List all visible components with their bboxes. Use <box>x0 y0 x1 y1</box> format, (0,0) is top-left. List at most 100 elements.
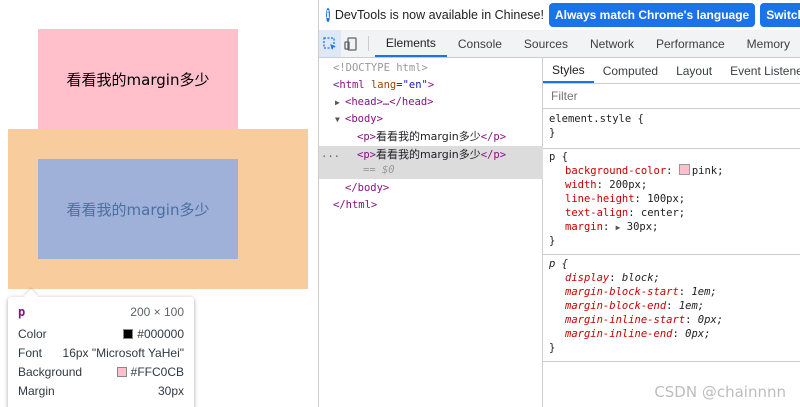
property-value: 200px; <box>609 179 648 191</box>
tree-node-body-close[interactable]: </body> <box>319 180 569 197</box>
rule-selector: p { <box>549 258 568 270</box>
property-name: width <box>565 179 597 191</box>
tree-node-body[interactable]: ▼ <body> <box>319 111 559 128</box>
tree-node-doctype[interactable]: <!DOCTYPE html> <box>319 60 557 77</box>
device-toolbar-icon[interactable] <box>341 30 363 57</box>
html-lang-attr: lang <box>370 79 397 91</box>
styles-pane: Styles Computed Layout Event Listeners e… <box>543 58 800 407</box>
info-icon: i <box>326 8 330 22</box>
tooltip-value: #000000 <box>137 327 184 341</box>
declaration-background-color[interactable]: background-color: pink; <box>543 164 800 178</box>
property-name: text-align <box>565 207 629 219</box>
subtab-layout[interactable]: Layout <box>667 58 721 83</box>
tab-sources[interactable]: Sources <box>513 30 579 57</box>
inspect-element-icon[interactable] <box>319 30 341 57</box>
property-value: block; <box>621 272 660 284</box>
tooltip-row-color: Color #000000 <box>18 325 184 343</box>
tooltip-label: Background <box>18 365 83 379</box>
property-name: margin-block-start <box>565 286 679 298</box>
rule-element-style[interactable]: element.style { } <box>543 112 800 149</box>
main-tabbar: Elements Console Sources Network Perform… <box>319 30 800 58</box>
color-swatch-icon[interactable] <box>678 164 690 175</box>
tree-node-p-1[interactable]: <p>看看我的margin多少</p> <box>319 128 581 145</box>
property-value: 1em; <box>691 286 717 298</box>
always-match-language-button[interactable]: Always match Chrome's language <box>548 3 756 27</box>
subtab-event-listeners[interactable]: Event Listeners <box>721 58 800 83</box>
property-value: center; <box>640 207 686 219</box>
tooltip-row-background: Background #FFC0CB <box>18 363 184 381</box>
tab-elements[interactable]: Elements <box>374 30 447 57</box>
tab-network[interactable]: Network <box>579 30 645 57</box>
html-open-tag: <html <box>333 79 365 91</box>
language-infobar: i DevTools is now available in Chinese! … <box>319 0 800 31</box>
switch-language-button[interactable]: Switch DevTools to Chinese <box>760 3 800 27</box>
subtab-computed[interactable]: Computed <box>594 58 667 83</box>
property-value: 30px; <box>626 221 659 233</box>
tooltip-value: 30px <box>157 384 184 398</box>
html-lang-value: "en" <box>402 79 428 91</box>
tooltip-dimensions: 200 × 100 <box>130 305 184 319</box>
p-close-tag: </p> <box>480 149 507 161</box>
p-text: 看看我的margin多少 <box>375 148 481 161</box>
tab-memory[interactable]: Memory <box>736 30 800 57</box>
paragraph-1[interactable]: 看看我的margin多少 <box>38 29 238 129</box>
tab-console[interactable]: Console <box>447 30 513 57</box>
declaration-margin-inline-start: margin-inline-start: 0px; <box>565 314 724 326</box>
property-name: background-color <box>565 165 667 177</box>
tree-node-html[interactable]: <html lang="en"> <box>319 77 557 94</box>
property-name: line-height <box>565 193 635 205</box>
p-close-tag: </p> <box>480 131 507 143</box>
devtools-panel: i DevTools is now available in Chinese! … <box>318 0 800 407</box>
doctype-text: <!DOCTYPE html> <box>333 62 428 74</box>
tooltip-tag: p <box>18 305 26 319</box>
elements-tree: <!DOCTYPE html> <html lang="en"> ▶ <head>… <box>319 58 543 407</box>
watermark: CSDN @chainnnn <box>654 383 786 401</box>
property-value: 0px; <box>697 314 724 326</box>
tooltip-row-margin: Margin 30px <box>18 382 184 400</box>
inspect-tooltip: p 200 × 100 Color #000000 Font 16px "Mic… <box>8 288 194 407</box>
color-swatch-icon <box>116 367 127 377</box>
tree-node-html-close[interactable]: </html> <box>319 197 557 214</box>
styles-filter-input[interactable] <box>549 88 783 104</box>
rule-close-brace: } <box>549 127 556 139</box>
property-name: display <box>565 272 610 284</box>
head-tag: <head>…</head> <box>345 96 434 108</box>
color-swatch-icon <box>123 329 134 339</box>
paragraph-1-text: 看看我的margin多少 <box>66 70 210 89</box>
expand-triangle-icon[interactable]: ▶ <box>335 94 345 111</box>
styles-filter-bar <box>543 84 800 109</box>
p-open-tag: <p> <box>357 149 376 161</box>
declaration-margin[interactable]: margin: ▶ 30px; <box>543 220 800 234</box>
tooltip-row-font: Font 16px "Microsoft YaHei" <box>18 344 184 362</box>
styles-subtabs: Styles Computed Layout Event Listeners <box>543 58 800 84</box>
paragraph-2-highlighted[interactable]: 看看我的margin多少 <box>38 159 238 259</box>
declaration-text-align[interactable]: text-align: center; <box>543 206 800 220</box>
tree-node-head[interactable]: ▶ <head>…</head> <box>319 94 559 111</box>
tree-node-p-2-selected[interactable]: ... <p>看看我的margin多少</p> == $0 <box>319 146 543 179</box>
rule-p-user-agent[interactable]: p { display: block; margin-block-start: … <box>543 257 800 362</box>
console-ref-label: == $0 <box>363 164 395 176</box>
property-name: margin-block-end <box>565 300 667 312</box>
collapse-triangle-icon[interactable]: ▼ <box>335 111 345 128</box>
more-actions-icon[interactable]: ... <box>321 146 340 163</box>
property-name: margin-inline-end <box>565 328 673 340</box>
rule-selector: p { <box>549 151 568 163</box>
rule-p-author[interactable]: p { background-color: pink; width: 200px… <box>543 150 800 255</box>
declaration-width[interactable]: width: 200px; <box>543 178 800 192</box>
subtab-styles[interactable]: Styles <box>543 58 594 83</box>
tab-performance[interactable]: Performance <box>645 30 736 57</box>
infobar-message: DevTools is now available in Chinese! <box>334 8 544 22</box>
p-open-tag: <p> <box>357 131 376 143</box>
html-open-tag-end: > <box>427 79 435 91</box>
rule-close-brace: } <box>549 235 556 247</box>
property-value: 1em; <box>678 300 705 312</box>
property-value: 100px; <box>647 193 686 205</box>
tab-separator <box>368 36 369 51</box>
body-close-tag: </body> <box>345 182 390 194</box>
declaration-margin-inline-end: margin-inline-end: 0px; <box>565 328 711 340</box>
expand-triangle-icon[interactable]: ▶ <box>616 223 621 232</box>
declaration-margin-block-start: margin-block-start: 1em; <box>565 286 717 298</box>
declaration-line-height[interactable]: line-height: 100px; <box>543 192 800 206</box>
tooltip-label: Font <box>18 346 43 360</box>
property-value: 0px; <box>685 328 711 340</box>
